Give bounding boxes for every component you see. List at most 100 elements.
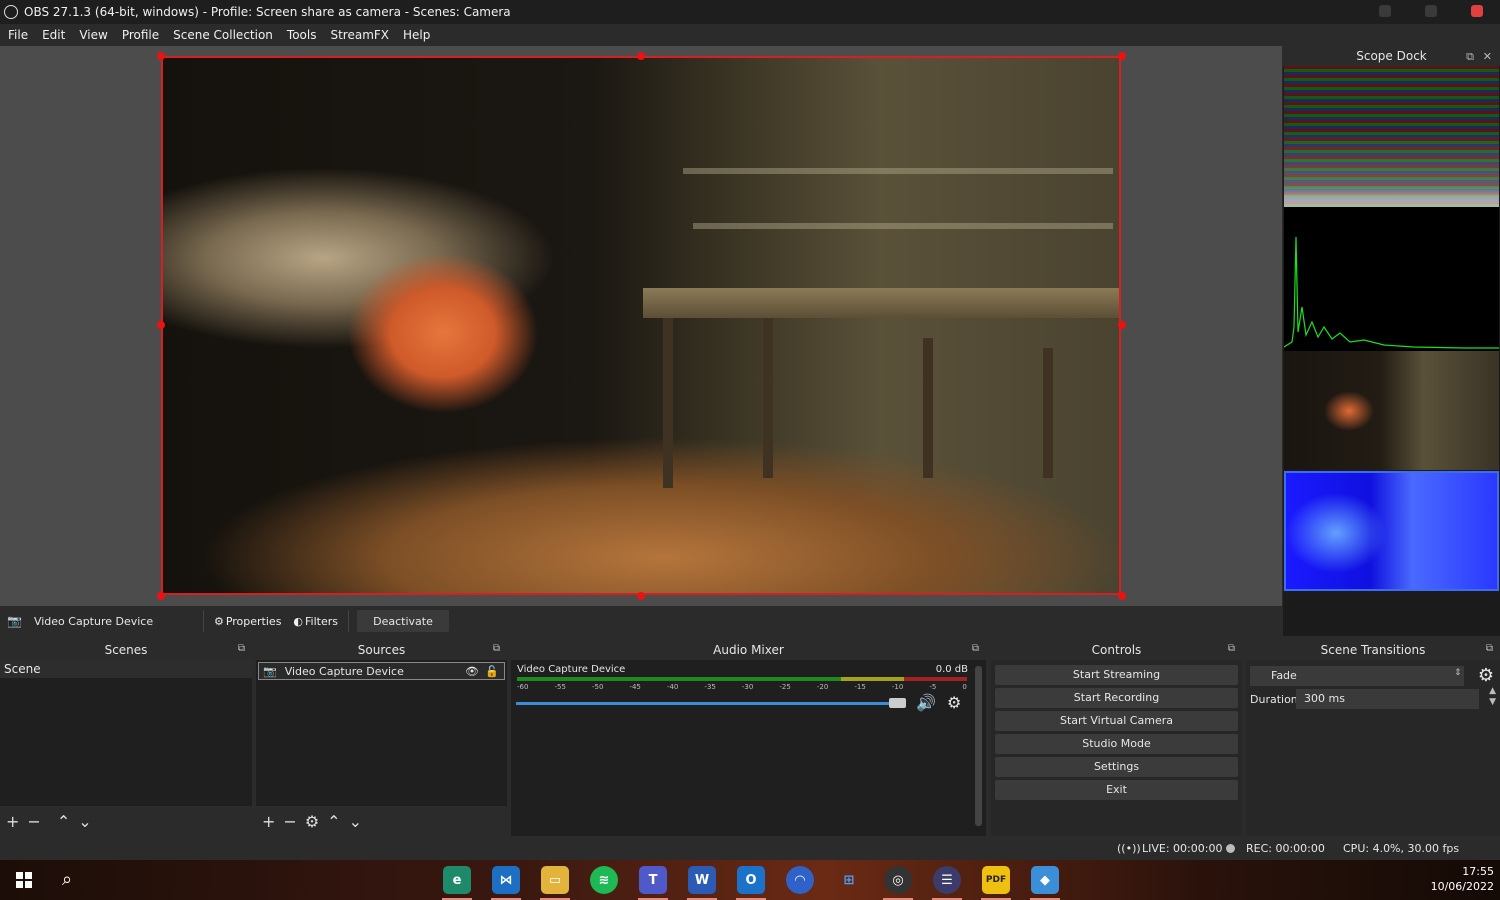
menu-tools[interactable]: Tools [280, 24, 324, 46]
audio-mixer-title: Audio Mixer [713, 643, 784, 657]
menu-streamfx[interactable]: StreamFX [323, 24, 396, 46]
filters-button[interactable]: ◐ Filters [287, 615, 344, 628]
app-lines-icon[interactable]: ☰ [933, 866, 961, 894]
histogram-graph [1283, 236, 1499, 349]
close-button[interactable] [1471, 5, 1483, 17]
start-recording-button[interactable]: Start Recording [995, 688, 1238, 708]
deactivate-button[interactable]: Deactivate [357, 610, 450, 632]
menu-profile[interactable]: Profile [115, 24, 166, 46]
scene-transitions-header: Scene Transitions ⧉ [1246, 640, 1500, 660]
maximize-button[interactable] [1425, 5, 1437, 17]
scenes-dock: Scenes ⧉ Scene + − ⌃ ⌄ [0, 640, 252, 836]
app-blue-icon[interactable]: ◠ [786, 866, 814, 894]
move-down-icon[interactable]: ⌄ [349, 812, 362, 831]
move-up-icon[interactable]: ⌃ [327, 812, 340, 831]
float-icon[interactable]: ⧉ [1228, 643, 1235, 654]
clock-time: 17:55 [1462, 865, 1494, 878]
resize-handle[interactable] [637, 592, 645, 600]
filter-icon: ◐ [293, 614, 304, 628]
windows-start-icon[interactable] [16, 872, 32, 888]
gear-icon[interactable]: ⚙ [947, 693, 961, 712]
resize-handle[interactable] [1118, 52, 1126, 60]
meter-tick: -25 [779, 683, 791, 691]
lock-icon[interactable]: 🔓 [485, 665, 499, 678]
resize-handle[interactable] [1118, 321, 1126, 329]
spotify-icon[interactable]: ≋ [590, 866, 618, 894]
volume-slider-handle[interactable] [889, 698, 906, 708]
close-icon[interactable]: ✕ [1483, 50, 1492, 63]
eye-icon[interactable]: 👁 [465, 665, 479, 678]
scope-dock: Scope Dock ⧉ ✕ [1283, 46, 1500, 636]
remove-icon[interactable]: − [283, 812, 296, 831]
studio-mode-button[interactable]: Studio Mode [995, 734, 1238, 754]
pdf-icon[interactable]: PDF [982, 866, 1010, 894]
scene-item[interactable]: Scene [0, 660, 252, 678]
edge-dev-icon[interactable]: e [443, 866, 471, 894]
controls-title: Controls [1091, 643, 1142, 657]
app-shell-icon[interactable]: ◆ [1031, 866, 1059, 894]
scope-dock-header: Scope Dock ⧉ ✕ [1283, 46, 1500, 66]
meter-tick: -50 [591, 683, 604, 691]
resize-handle[interactable] [637, 52, 645, 60]
float-icon[interactable]: ⧉ [1466, 50, 1474, 64]
resize-handle[interactable] [157, 592, 165, 600]
menu-help[interactable]: Help [396, 24, 437, 46]
exit-button[interactable]: Exit [995, 780, 1238, 800]
remove-icon[interactable]: − [27, 812, 40, 831]
source-item[interactable]: 📷 Video Capture Device 👁 🔓 [258, 662, 505, 680]
resize-handle[interactable] [157, 321, 165, 329]
float-icon[interactable]: ⧉ [972, 643, 979, 654]
vscode-icon[interactable]: ⋈ [492, 866, 520, 894]
teams-icon[interactable]: T [639, 866, 667, 894]
menu-file[interactable]: File [1, 24, 35, 46]
outlook-icon[interactable]: O [737, 866, 765, 894]
transition-select[interactable]: Fade [1250, 666, 1464, 686]
duration-spinner[interactable]: ▲ ▼ [1489, 686, 1496, 708]
network-app-icon[interactable]: ⊞ [835, 866, 863, 894]
gear-icon[interactable]: ⚙ [1478, 665, 1494, 686]
camera-icon: 📷 [263, 664, 277, 678]
file-explorer-icon[interactable]: ▭ [541, 866, 569, 894]
volume-slider[interactable] [516, 702, 889, 705]
sources-header: Sources ⧉ [256, 640, 507, 660]
properties-button[interactable]: ⚙ Properties [208, 615, 287, 628]
add-icon[interactable]: + [6, 812, 19, 831]
scenes-list: Scene [0, 660, 252, 806]
speaker-icon[interactable]: 🔊 [916, 693, 936, 712]
search-icon[interactable]: ⌕ [62, 869, 72, 890]
resize-handle[interactable] [157, 52, 165, 60]
menu-edit[interactable]: Edit [35, 24, 72, 46]
move-down-icon[interactable]: ⌄ [78, 812, 91, 831]
system-clock[interactable]: 17:55 10/06/2022 [1431, 864, 1494, 894]
float-icon[interactable]: ⧉ [1486, 643, 1493, 654]
obs-icon[interactable]: ◎ [884, 866, 912, 894]
start-streaming-button[interactable]: Start Streaming [995, 665, 1238, 685]
settings-button[interactable]: Settings [995, 757, 1238, 777]
float-icon[interactable]: ⧉ [493, 643, 500, 654]
false-color-scope [1284, 471, 1499, 591]
resize-handle[interactable] [1118, 592, 1126, 600]
cpu-status: CPU: 4.0%, 30.00 fps [1343, 842, 1460, 855]
duration-input[interactable]: 300 ms [1296, 689, 1479, 709]
video-preview[interactable] [161, 56, 1121, 595]
title-bar: OBS 27.1.3 (64-bit, windows) - Profile: … [0, 0, 1500, 24]
meter-tick: -30 [741, 683, 754, 691]
audio-mixer-header: Audio Mixer ⧉ [511, 640, 986, 660]
float-icon[interactable]: ⧉ [238, 643, 245, 654]
filters-label: Filters [305, 614, 339, 628]
audio-mixer-body: Video Capture Device 0.0 dB -60 -55 -50 … [511, 660, 986, 836]
word-icon[interactable]: W [688, 866, 716, 894]
menu-scene-collection[interactable]: Scene Collection [166, 24, 280, 46]
scrollbar[interactable] [975, 666, 982, 826]
menu-view[interactable]: View [72, 24, 114, 46]
add-icon[interactable]: + [262, 812, 275, 831]
minimize-button[interactable] [1379, 5, 1391, 17]
live-status: LIVE: 00:00:00 [1142, 842, 1223, 855]
source-item-label: Video Capture Device [284, 664, 404, 678]
start-virtual-camera-button[interactable]: Start Virtual Camera [995, 711, 1238, 731]
move-up-icon[interactable]: ⌃ [57, 812, 70, 831]
volume-meter [517, 677, 967, 681]
properties-label: Properties [225, 614, 282, 628]
gear-icon[interactable]: ⚙ [305, 812, 319, 831]
selected-source-name: Video Capture Device [33, 614, 154, 628]
